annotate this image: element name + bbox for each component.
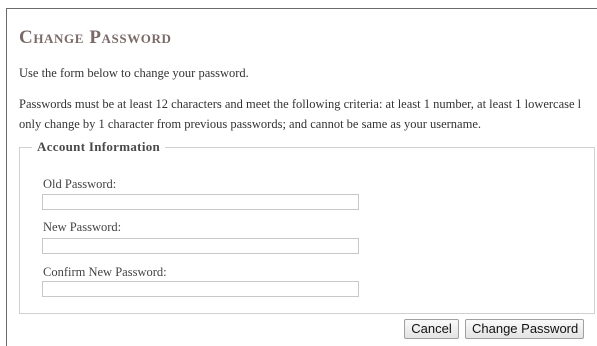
password-criteria: Passwords must be at least 12 characters… [19,94,597,134]
page-title: Change Password [19,27,172,48]
password-criteria-line-2: only change by 1 character from previous… [19,117,481,131]
fieldset-legend: Account Information [32,139,166,155]
intro-text: Use the form below to change your passwo… [19,66,249,80]
change-password-panel: Change Password Use the form below to ch… [6,8,597,346]
cancel-button[interactable]: Cancel [404,319,459,339]
change-password-button[interactable]: Change Password [465,319,584,339]
confirm-password-label: Confirm New Password: [43,265,167,279]
new-password-label: New Password: [43,220,122,234]
new-password-input[interactable] [42,238,359,254]
password-criteria-line-1: Passwords must be at least 12 characters… [19,97,582,111]
old-password-input[interactable] [42,194,359,210]
confirm-password-input[interactable] [42,281,359,297]
account-information-fieldset: Account Information Old Password: New Pa… [19,139,595,314]
old-password-label: Old Password: [43,177,117,191]
